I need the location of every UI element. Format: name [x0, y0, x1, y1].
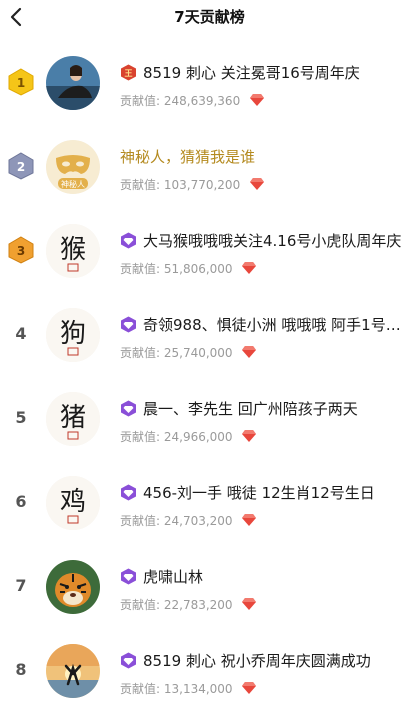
- leaderboard-row-3[interactable]: 3 猴 大马猴哦哦哦关注4.16号小虎队周年庆 贡献值: 51,806,000: [0, 208, 419, 292]
- diamond-level-badge-icon: [121, 316, 136, 333]
- avatar[interactable]: [46, 56, 100, 110]
- user-name: 王 8519 刺心 关注冕哥16号周年庆: [120, 62, 410, 84]
- user-name-text: 8519 刺心 关注冕哥16号周年庆: [143, 64, 360, 82]
- user-name-text: 奇领988、惧徒小洲 哦哦哦 阿手1号生日快乐: [143, 316, 410, 334]
- diamond-level-badge-icon: [121, 484, 136, 501]
- rank-number: 4: [15, 324, 27, 343]
- contribution-amount: 25,740,000: [163, 346, 233, 360]
- contribution-label: 贡献值:: [120, 94, 164, 108]
- diamond-level-badge-icon: [121, 400, 136, 417]
- gold-medal-icon: 1: [8, 68, 34, 96]
- contribution-label: 贡献值:: [120, 346, 164, 360]
- leaderboard-row-6[interactable]: 6 鸡 456-刘一手 哦徒 12生肖12号生日 贡献值: 24,703,200: [0, 460, 419, 544]
- gem-icon: [250, 178, 265, 190]
- avatar[interactable]: 猴: [46, 224, 100, 278]
- user-name: 晨一、李先生 回广州陪孩子两天: [120, 398, 410, 420]
- leaderboard-row-4[interactable]: 4 狗 奇领988、惧徒小洲 哦哦哦 阿手1号生日快乐 贡献值: 25,740,…: [0, 292, 419, 376]
- contribution-amount: 248,639,360: [163, 94, 241, 108]
- contribution-amount: 22,783,200: [163, 598, 233, 612]
- contribution-label: 贡献值:: [120, 178, 164, 192]
- contribution-label: 贡献值:: [120, 598, 164, 612]
- page-title: 7天贡献榜: [174, 8, 245, 26]
- user-name: 456-刘一手 哦徒 12生肖12号生日: [120, 482, 410, 504]
- contribution-value: 贡献值: 25,740,000: [120, 344, 257, 361]
- user-name-text: 晨一、李先生 回广州陪孩子两天: [143, 400, 358, 418]
- contribution-value: 贡献值: 22,783,200: [120, 596, 257, 613]
- diamond-level-badge-icon: [121, 568, 136, 585]
- rank-number: 1: [17, 76, 25, 90]
- contribution-amount: 13,134,000: [163, 682, 233, 696]
- gem-icon: [250, 94, 265, 106]
- user-name-text: 大马猴哦哦哦关注4.16号小虎队周年庆: [143, 232, 402, 250]
- user-name-text: 8519 刺心 祝小乔周年庆圆满成功: [143, 652, 371, 670]
- contribution-label: 贡献值:: [120, 514, 164, 528]
- avatar-glyph: 猴: [60, 235, 86, 265]
- gem-icon: [242, 598, 257, 610]
- diamond-level-badge-icon: [121, 232, 136, 249]
- mystery-label: 神秘人: [61, 179, 85, 189]
- user-name: 虎啸山林: [120, 566, 410, 588]
- contribution-value: 贡献值: 24,966,000: [120, 428, 257, 445]
- king-badge-icon: 王: [121, 64, 136, 81]
- leaderboard-row-1[interactable]: 1 王 8519 刺心 关注冕哥16号周年庆 贡献值: 248,639,360: [0, 40, 419, 124]
- avatar[interactable]: 鸡: [46, 476, 100, 530]
- user-name: 神秘人，猜猜我是谁: [120, 146, 410, 168]
- avatar[interactable]: 猪: [46, 392, 100, 446]
- gem-icon: [242, 430, 257, 442]
- contribution-amount: 103,770,200: [163, 178, 241, 192]
- contribution-label: 贡献值:: [120, 682, 164, 696]
- rank-number: 3: [17, 244, 25, 258]
- leaderboard-row-7[interactable]: 7 虎啸山林 贡献值: 22,783,200: [0, 544, 419, 628]
- contribution-amount: 24,966,000: [163, 430, 233, 444]
- user-name-text: 456-刘一手 哦徒 12生肖12号生日: [143, 484, 375, 502]
- user-name-text: 虎啸山林: [143, 568, 204, 586]
- user-name-text: 神秘人，猜猜我是谁: [120, 148, 256, 166]
- rank-number: 2: [17, 160, 25, 174]
- avatar[interactable]: 狗: [46, 308, 100, 362]
- leaderboard-row-2[interactable]: 2 神秘人 神秘人，猜猜我是谁 贡献值: 103,770,200: [0, 124, 419, 208]
- header-bar: 7天贡献榜: [0, 0, 419, 34]
- contribution-label: 贡献值:: [120, 262, 164, 276]
- diamond-level-badge-icon: [121, 652, 136, 669]
- rank-number: 6: [15, 492, 27, 511]
- rank-number: 8: [15, 660, 27, 679]
- user-name: 8519 刺心 祝小乔周年庆圆满成功: [120, 650, 410, 672]
- gem-icon: [242, 346, 257, 358]
- gem-icon: [242, 682, 257, 694]
- avatar[interactable]: [46, 644, 100, 698]
- user-name: 奇领988、惧徒小洲 哦哦哦 阿手1号生日快乐: [120, 314, 410, 336]
- gem-icon: [242, 514, 257, 526]
- contribution-value: 贡献值: 24,703,200: [120, 512, 257, 529]
- silver-medal-icon: 2: [8, 152, 34, 180]
- leaderboard-list: 1 王 8519 刺心 关注冕哥16号周年庆 贡献值: 248,639,360: [0, 40, 419, 712]
- contribution-value: 贡献值: 248,639,360: [120, 92, 265, 109]
- contribution-value: 贡献值: 51,806,000: [120, 260, 257, 277]
- user-name: 大马猴哦哦哦关注4.16号小虎队周年庆: [120, 230, 410, 252]
- tiger-avatar[interactable]: [46, 560, 100, 614]
- avatar-glyph: 猪: [60, 403, 86, 433]
- contribution-amount: 51,806,000: [163, 262, 233, 276]
- leaderboard-row-5[interactable]: 5 猪 晨一、李先生 回广州陪孩子两天 贡献值: 24,966,000: [0, 376, 419, 460]
- bronze-medal-icon: 3: [8, 236, 34, 264]
- gem-icon: [242, 262, 257, 274]
- rank-number: 7: [15, 576, 27, 595]
- contribution-value: 贡献值: 103,770,200: [120, 176, 265, 193]
- contribution-value: 贡献值: 13,134,000: [120, 680, 257, 697]
- leaderboard-row-8[interactable]: 8 8519 刺心 祝小乔周年庆圆满成功 贡献值: 13,134,000: [0, 628, 419, 712]
- contribution-label: 贡献值:: [120, 430, 164, 444]
- avatar-glyph: 鸡: [60, 487, 86, 517]
- contribution-amount: 24,703,200: [163, 514, 233, 528]
- avatar-glyph: 狗: [60, 319, 86, 349]
- mystery-avatar[interactable]: 神秘人: [46, 140, 100, 194]
- svg-text:王: 王: [125, 69, 133, 78]
- rank-number: 5: [15, 408, 27, 427]
